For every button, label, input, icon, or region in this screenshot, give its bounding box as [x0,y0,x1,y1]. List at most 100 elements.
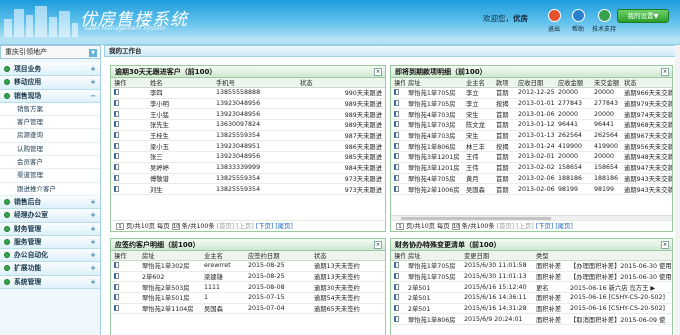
table-row[interactable]: 翠怡苑1单806房 林三丰 按揭 2013-01-24 419900 419900 逾期95… [391,140,672,153]
table-row[interactable]: 翠怡苑1单501房 1 2015-07-15 逾期54天未签约 [111,292,385,304]
table-row[interactable]: 吴婷婷 13833339999 984天未跟进 [111,162,385,174]
table-row[interactable]: 2单602 梁建雄 2015-08-25 逾期13天未签约 [111,271,385,283]
sidebar-item[interactable]: 服务管理 + [0,235,100,250]
sidebar-item[interactable]: 销售后台 + [0,195,100,210]
row-action-cell[interactable] [111,281,139,294]
edit-document-icon[interactable] [394,262,399,269]
row-action-cell[interactable] [391,119,405,131]
table-row[interactable]: 张先生 13630097824 989天未跟进 [111,119,385,131]
row-action-cell[interactable] [391,292,405,304]
row-action-cell[interactable] [391,183,405,195]
edit-document-icon[interactable] [394,164,399,171]
table-row[interactable]: 张三 13923048956 985天未跟进 [111,151,385,163]
collapse-icon[interactable]: − [90,90,96,103]
table-row[interactable]: 翠怡苑2单503房 1111 2015-08-08 逾期30天未签约 [111,281,385,294]
pager-next[interactable]: [下页] [256,223,274,230]
edit-document-icon[interactable] [394,305,399,312]
sidebar-subitem[interactable]: 跟进推介客户 [0,182,100,196]
edit-document-icon[interactable] [394,315,399,322]
table-row[interactable]: 梁小玉 13923048951 986天未跟进 [111,140,385,153]
edit-document-icon[interactable] [394,185,399,192]
per-page-input[interactable]: 10 [451,222,460,230]
edit-document-icon[interactable] [114,185,119,192]
expand-icon[interactable]: + [90,262,96,275]
edit-document-icon[interactable] [114,142,119,149]
edit-document-icon[interactable] [114,132,119,139]
per-page-input[interactable]: 10 [171,222,180,230]
edit-document-icon[interactable] [394,153,399,160]
expand-icon[interactable]: + [90,223,96,236]
department-select[interactable]: 重庆引领地产 ▼ [0,45,101,59]
table-row[interactable]: 翠怡苑4单703房 宋生 首期 2013-01-06 20000 20000 逾期974天未… [391,108,672,121]
pager-first[interactable]: [首页] [217,223,235,230]
edit-document-icon[interactable] [114,89,119,96]
expand-icon[interactable]: + [90,63,96,76]
table-row[interactable]: 2单501 2015/6/16 14:36:11 面积补差 2015-06-16 [C… [391,292,672,304]
row-action-cell[interactable] [111,260,139,272]
row-action-cell[interactable] [111,140,147,153]
expand-icon[interactable]: + [90,209,96,222]
edit-document-icon[interactable] [114,305,119,312]
edit-document-icon[interactable] [394,283,399,290]
edit-document-icon[interactable] [394,132,399,139]
edit-document-icon[interactable] [394,89,399,96]
table-row[interactable]: 翠怡苑2单1104房 吴国森 2015-07-04 逾期65天未签约 [111,303,385,315]
sidebar-subitem[interactable]: 房源查询 [0,129,100,143]
table-row[interactable]: 李四 13855558888 990天未跟进 [111,87,385,99]
table-row[interactable]: 翠怡苑3单1201房 王伟 首期 2013-02-02 158654 158654 逾期94… [391,162,672,174]
edit-document-icon[interactable] [114,100,119,107]
edit-document-icon[interactable] [114,262,119,269]
table-row[interactable]: 王桂生 13825559354 987天未跟进 [111,130,385,142]
table-row[interactable]: 翠怡苑1单705房 2015/6/30 11:01:13 面积补差 【办理面积补差】2… [391,271,672,283]
page-number-input[interactable]: 1 [396,222,404,230]
pager-prev[interactable]: [上页] [516,223,534,230]
edit-document-icon[interactable] [394,273,399,280]
row-action-cell[interactable] [111,292,139,304]
sidebar-subitem[interactable]: 渠道管理 [0,169,100,183]
row-action-cell[interactable] [111,271,139,283]
edit-document-icon[interactable] [114,273,119,280]
edit-document-icon[interactable] [114,294,119,301]
sidebar-subitem[interactable]: 会员客户 [0,156,100,170]
table-row[interactable]: 傅敬谱 13825559354 973天未跟进 [111,173,385,185]
row-action-cell[interactable] [391,162,405,174]
row-action-cell[interactable] [111,98,147,110]
table-row[interactable]: 翠怡苑1单705房 李立 按揭 2013-01-01 277843 277843 逾期979… [391,98,672,110]
row-action-cell[interactable] [391,173,405,185]
edit-document-icon[interactable] [114,164,119,171]
row-action-cell[interactable] [391,151,405,163]
table-row[interactable]: 2单501 2015/6/16 14:31:28 面积补差 2015-06-16 [C… [391,303,672,315]
support-button[interactable]: 技术支持 [587,9,621,33]
sidebar-item[interactable]: 财务管理 + [0,222,100,236]
sidebar-item[interactable]: 办公自动化 + [0,249,100,263]
table-row[interactable]: 翠怡苑1单703房 陈文龙 首期 2013-01-12 96441 96441 逾期968天… [391,119,672,131]
sidebar-subitem[interactable]: 客户管理 [0,116,100,130]
row-action-cell[interactable] [391,313,405,326]
expand-icon[interactable]: + [90,276,96,289]
table-row[interactable]: 翠怡苑1单302房 erewrret 2015-08-25 逾期13天未签约 [111,260,385,272]
edit-document-icon[interactable] [394,174,399,181]
panel-close-icon[interactable]: × [374,241,382,249]
sidebar-item[interactable]: 系统管理 + [0,275,100,290]
panel-close-icon[interactable]: × [374,68,382,76]
sidebar-item[interactable]: 移动应用 + [0,76,100,90]
row-action-cell[interactable] [391,108,405,121]
sidebar-item[interactable]: 项目业务 + [0,63,100,77]
row-action-cell[interactable] [111,173,147,185]
row-action-cell[interactable] [111,87,147,99]
row-action-cell[interactable] [111,162,147,174]
row-action-cell[interactable] [391,140,405,153]
table-row[interactable]: 翠怡苑4单703房 宋生 首期 2013-01-13 262564 262564 逾期967… [391,130,672,142]
edit-document-icon[interactable] [394,110,399,117]
edit-document-icon[interactable] [394,100,399,107]
sidebar-subitem[interactable]: 销售方案 [0,102,100,117]
page-scrollbar[interactable] [675,45,680,335]
edit-document-icon[interactable] [114,283,119,290]
table-row[interactable]: 翠怡苑1单806房 2015/6/9 20:24:01 面积补差 【取消面积补差】20… [391,313,672,326]
row-action-cell[interactable] [391,98,405,110]
edit-document-icon[interactable] [394,121,399,128]
edit-document-icon[interactable] [114,174,119,181]
panel-close-icon[interactable]: × [661,241,669,249]
row-action-cell[interactable] [391,130,405,142]
my-settings-button[interactable]: 我的设置▼ [617,9,669,23]
